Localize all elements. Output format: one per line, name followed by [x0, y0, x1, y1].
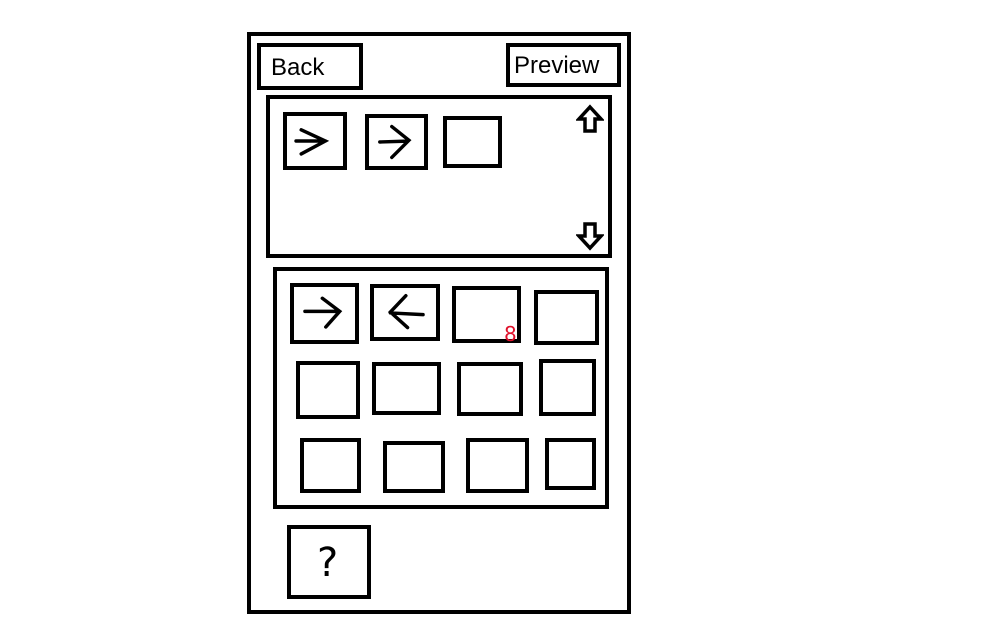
help-button-label: ? [317, 540, 339, 586]
back-button[interactable]: Back [257, 43, 363, 90]
palette-tile-empty[interactable] [534, 290, 599, 345]
arrow-right-icon [378, 124, 412, 160]
palette-tile-empty[interactable] [539, 359, 596, 416]
arrow-down-outline-icon [575, 222, 605, 251]
palette-tile-empty[interactable] [545, 438, 596, 490]
sequence-tile-2[interactable] [365, 114, 428, 170]
sequence-tile-empty[interactable] [443, 116, 502, 168]
scroll-up-button[interactable] [575, 104, 605, 134]
palette-tile-empty[interactable] [300, 438, 361, 493]
palette-tile-empty[interactable] [296, 361, 360, 419]
preview-button[interactable]: Preview [506, 43, 621, 87]
back-button-label: Back [271, 54, 325, 81]
scroll-down-button[interactable] [575, 221, 605, 251]
arrow-right-icon [294, 128, 330, 156]
sequence-tile-1[interactable] [283, 112, 347, 170]
palette-tile-move-left[interactable] [370, 284, 440, 341]
palette-tile-empty[interactable] [372, 362, 441, 415]
help-button[interactable]: ? [287, 525, 371, 599]
palette-tile-empty[interactable] [457, 362, 523, 416]
arrow-left-icon [387, 294, 425, 330]
arrow-up-outline-icon [575, 104, 605, 133]
preview-button-label: Preview [514, 52, 600, 79]
palette-tile-empty[interactable] [383, 441, 445, 493]
arrow-right-icon [303, 296, 343, 329]
annotation-number: 8 [504, 322, 517, 346]
palette-tile-empty[interactable] [466, 438, 529, 493]
palette-tile-move-right[interactable] [290, 283, 359, 344]
